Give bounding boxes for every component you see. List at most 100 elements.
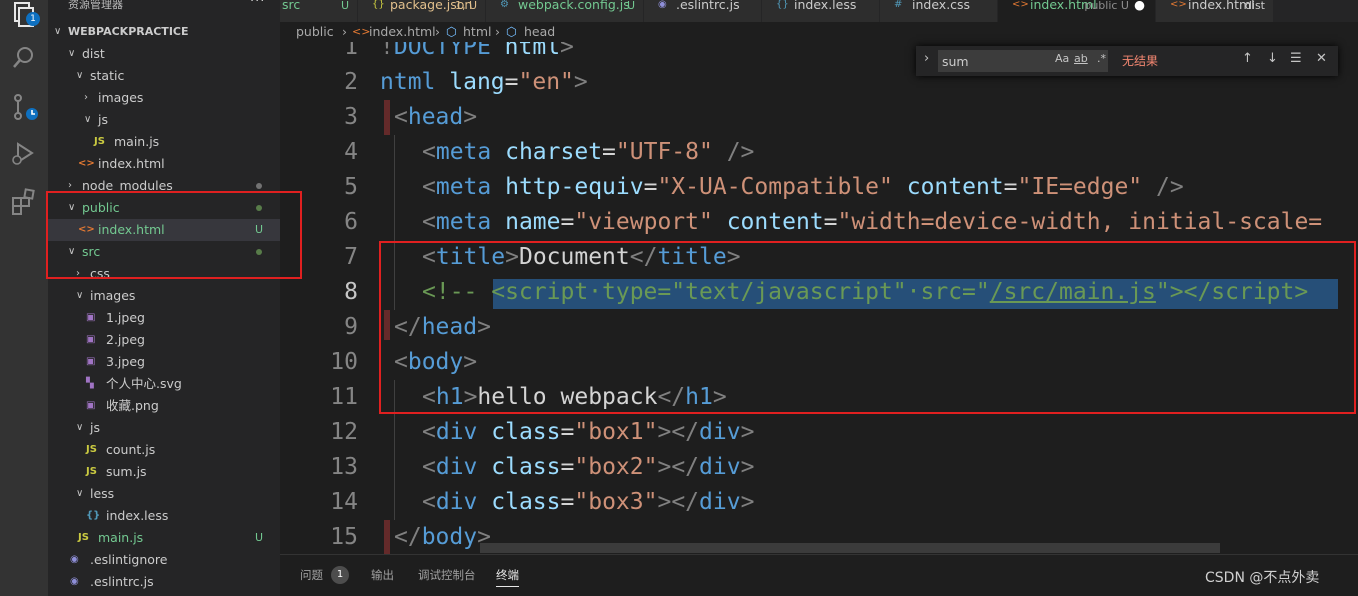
code-line[interactable]: </body> (394, 520, 491, 554)
tab-description: public U (1084, 0, 1129, 12)
chevron-down-icon: ∨ (54, 26, 62, 37)
js-file-icon: JS (86, 466, 97, 477)
tab-label: src (282, 0, 301, 12)
editor-tab[interactable]: {} index.less (762, 0, 880, 22)
line-number: 1 (344, 42, 358, 60)
more-actions-icon[interactable]: ··· (250, 0, 265, 9)
horizontal-scrollbar[interactable] (480, 543, 1220, 553)
tree-item-label: index.less (106, 508, 169, 523)
diff-marker (384, 100, 390, 135)
breadcrumb-item[interactable]: html (463, 22, 491, 42)
code-line[interactable]: <div class="box2"></div> (422, 450, 754, 485)
tree-item[interactable]: › images (48, 87, 280, 109)
find-in-selection-icon[interactable]: ☰ (1290, 51, 1302, 66)
tree-item-label: 收藏.png (106, 398, 159, 413)
tree-item-label: main.js (98, 530, 144, 545)
match-case-icon[interactable]: Aa (1055, 52, 1069, 65)
code-line[interactable]: <meta name="viewport" content="width=dev… (422, 205, 1322, 240)
tree-item[interactable]: ◉ .eslintrc.js (48, 571, 280, 593)
explorer-badge: 1 (26, 12, 40, 26)
tree-item-label: less (90, 486, 115, 501)
code-line[interactable]: <meta charset="UTF-8" /> (422, 135, 754, 170)
tree-item-label: images (98, 90, 144, 105)
close-icon[interactable]: ✕ (1316, 51, 1327, 66)
tree-item[interactable]: ∨ dist (48, 43, 280, 65)
tree-item[interactable]: JS main.js (48, 131, 280, 153)
tree-item-label: .eslintignore (90, 552, 168, 567)
editor-tab[interactable]: # index.css (880, 0, 998, 22)
editor-tab[interactable]: src U (280, 0, 358, 22)
tree-item[interactable]: ▣ 3.jpeg (48, 351, 280, 373)
chevron-down-icon: ∨ (84, 114, 92, 125)
watermark: CSDN @不点外卖 (1205, 570, 1320, 586)
editor-tab[interactable]: ◉ .eslintrc.js (644, 0, 762, 22)
tree-item[interactable]: ▣ 2.jpeg (48, 329, 280, 351)
chevron-down-icon: ∨ (76, 290, 84, 301)
source-control-icon[interactable] (10, 92, 38, 120)
editor-tabs: src U {} package.json 1, U ⚙ webpack.config.js… (280, 0, 1358, 22)
img-file-icon: ▣ (86, 356, 96, 367)
tab-problems[interactable]: 问题 (300, 567, 323, 583)
breadcrumb: public › <> index.html › ⬡ html › ⬡ head (280, 22, 1358, 42)
tree-item[interactable]: <> index.html (48, 153, 280, 175)
search-icon[interactable] (10, 44, 38, 72)
code-line[interactable]: !DOCTYPE html> (380, 42, 574, 65)
chevron-down-icon: ∨ (76, 70, 84, 81)
tree-item[interactable]: ▣ 收藏.png (48, 395, 280, 417)
tab-debug-console[interactable]: 调试控制台 (418, 567, 476, 583)
arrow-up-icon[interactable]: ↑ (1242, 51, 1253, 66)
img-file-icon: ▣ (86, 312, 96, 323)
chevron-right-icon: › (435, 24, 440, 39)
tree-item[interactable]: ◉ .eslintignore (48, 549, 280, 571)
breadcrumb-item[interactable]: head (524, 22, 555, 42)
tree-item[interactable]: ▣ 1.jpeg (48, 307, 280, 329)
match-whole-word-icon[interactable]: ab (1074, 52, 1088, 65)
chevron-right-icon: › (495, 24, 500, 39)
tree-item[interactable]: ▚ 个人中心.svg (48, 373, 280, 395)
tab-terminal[interactable]: 终端 (496, 567, 519, 587)
git-status-dot (256, 183, 262, 189)
tree-item[interactable]: JS count.js (48, 439, 280, 461)
symbol-icon: ⬡ (506, 24, 517, 39)
tree-item[interactable]: ∨ js (48, 417, 280, 439)
run-debug-icon[interactable] (10, 140, 38, 168)
tree-item[interactable]: {} index.less (48, 505, 280, 527)
tree-item-label: 3.jpeg (106, 354, 145, 369)
code-line[interactable]: ntml lang="en"> (380, 65, 588, 100)
unsaved-dot-icon[interactable]: ● (1134, 0, 1145, 12)
code-line[interactable]: <meta http-equiv="X-UA-Compatible" conte… (422, 170, 1184, 205)
code-line[interactable]: <div class="box3"></div> (422, 485, 754, 520)
breadcrumb-item[interactable]: index.html (369, 22, 436, 42)
breadcrumb-item[interactable]: public (296, 22, 334, 42)
extensions-icon[interactable] (10, 188, 38, 216)
tree-item[interactable]: JS main.js U (48, 527, 280, 549)
editor-tab[interactable]: {} package.json 1, U (358, 0, 486, 22)
tree-item[interactable]: ∨ images (48, 285, 280, 307)
tree-item[interactable]: ∨ less (48, 483, 280, 505)
eslint-file-icon: ◉ (70, 576, 79, 587)
editor-tab[interactable]: ⚙ webpack.config.js U (486, 0, 644, 22)
line-number: 11 (330, 384, 358, 410)
regex-icon[interactable]: .* (1097, 52, 1106, 65)
tab-output[interactable]: 输出 (371, 567, 394, 583)
editor-tab[interactable]: <> index.html public U ● (998, 0, 1156, 22)
code-line[interactable]: <div class="box1"></div> (422, 415, 754, 450)
tree-item-label: js (90, 420, 100, 435)
tree-item-label: main.js (114, 134, 160, 149)
tab-description: 1, U (454, 0, 477, 12)
tree-item-label: 2.jpeg (106, 332, 145, 347)
editor-tab[interactable]: <> index.html dist (1156, 0, 1274, 22)
less-file-icon: {} (86, 510, 101, 521)
tree-item[interactable]: ∨ static (48, 65, 280, 87)
tree-item[interactable]: ∨ js (48, 109, 280, 131)
tree-item-label: .eslintrc.js (90, 574, 154, 589)
code-line[interactable]: <head> (394, 100, 477, 135)
tree-item-label: index.html (98, 156, 165, 171)
chevron-right-icon[interactable]: › (924, 51, 929, 66)
git-status-badge: U (255, 531, 264, 544)
tree-item[interactable]: JS sum.js (48, 461, 280, 483)
tree-item-label: static (90, 68, 125, 83)
arrow-down-icon[interactable]: ↓ (1267, 51, 1278, 66)
project-name: WEBPACKPRACTICE (68, 25, 189, 38)
project-root[interactable]: ∨ WEBPACKPRACTICE (48, 21, 280, 43)
